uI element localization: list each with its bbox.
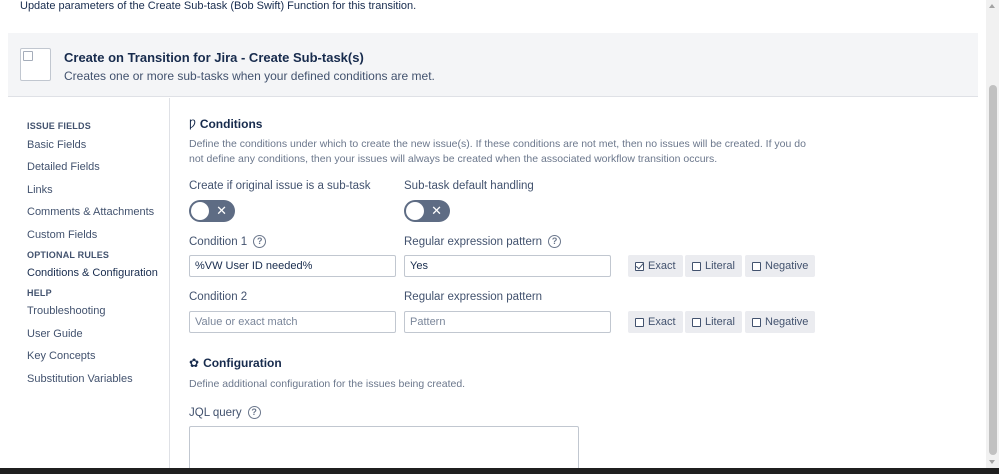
- help-icon[interactable]: ?: [548, 235, 562, 248]
- jql-query-textarea[interactable]: [189, 426, 579, 474]
- checkbox-icon: [635, 317, 644, 327]
- sidebar-item-links[interactable]: Links: [27, 184, 53, 196]
- taskbar: [0, 468, 999, 474]
- sidebar-item-user-guide[interactable]: User Guide: [27, 328, 83, 340]
- jql-query-label: JQL query ?: [189, 406, 261, 419]
- sidebar-item-key-concepts[interactable]: Key Concepts: [27, 350, 95, 362]
- close-icon: ✕: [431, 203, 442, 218]
- condition-2-value-input[interactable]: [189, 311, 396, 333]
- sidebar-heading-optional-rules: OPTIONAL RULES: [27, 250, 110, 260]
- sidebar: ISSUE FIELDS Basic Fields Detailed Field…: [20, 98, 170, 474]
- sidebar-heading-issue-fields: ISSUE FIELDS: [27, 121, 91, 131]
- checkbox-icon: [752, 261, 761, 271]
- condition-2-negative-option[interactable]: Negative: [745, 311, 816, 333]
- intro-text: Update parameters of the Create Sub-task…: [20, 0, 417, 12]
- page-subtitle: Creates one or more sub-tasks when your …: [64, 69, 435, 83]
- vertical-scrollbar[interactable]: [986, 0, 999, 468]
- scrollbar-thumb[interactable]: [989, 85, 997, 455]
- condition-1-label: Condition 1 ?: [189, 235, 267, 248]
- app-logo-image: [20, 48, 51, 81]
- broken-image-icon: [23, 51, 33, 61]
- condition-1-negative-option[interactable]: Negative: [745, 255, 816, 277]
- header-panel: Create on Transition for Jira - Create S…: [8, 33, 978, 97]
- sidebar-item-troubleshooting[interactable]: Troubleshooting: [27, 305, 105, 317]
- condition-1-value-input[interactable]: [189, 255, 396, 277]
- configuration-heading: ✿ Configuration: [189, 356, 282, 370]
- sidebar-item-custom-fields[interactable]: Custom Fields: [27, 229, 97, 241]
- sidebar-item-comments-attachments[interactable]: Comments & Attachments: [27, 206, 154, 218]
- condition-2-pattern-input[interactable]: [404, 311, 611, 333]
- checkbox-icon: [752, 317, 761, 327]
- sidebar-heading-help: HELP: [27, 288, 52, 298]
- toggle-default-handling-label: Sub-task default handling: [404, 180, 534, 192]
- sidebar-item-basic-fields[interactable]: Basic Fields: [27, 139, 86, 151]
- condition-2-literal-option[interactable]: Literal: [685, 311, 742, 333]
- pattern-2-label: Regular expression pattern: [404, 291, 543, 303]
- condition-2-exact-option[interactable]: Exact: [628, 311, 683, 333]
- condition-1-pattern-input[interactable]: [404, 255, 611, 277]
- condition-1-exact-option[interactable]: Exact: [628, 255, 683, 277]
- toggle-subtask-default-handling[interactable]: ✕: [404, 200, 450, 222]
- scroll-up-icon[interactable]: [989, 4, 995, 8]
- pattern-1-label: Regular expression pattern ?: [404, 235, 562, 248]
- toggle-create-if-subtask[interactable]: ✕: [189, 200, 235, 222]
- filter-icon: Ƿ: [189, 118, 196, 130]
- conditions-description: Define the conditions under which to cre…: [189, 138, 806, 165]
- sidebar-item-detailed-fields[interactable]: Detailed Fields: [27, 161, 100, 173]
- condition-1-literal-option[interactable]: Literal: [685, 255, 742, 277]
- condition-2-label: Condition 2: [189, 291, 248, 303]
- page-title: Create on Transition for Jira - Create S…: [64, 50, 364, 65]
- checkbox-icon: [692, 261, 701, 271]
- conditions-heading: Ƿ Conditions: [189, 117, 263, 131]
- checkbox-checked-icon: [635, 261, 644, 271]
- sidebar-item-substitution-variables[interactable]: Substitution Variables: [27, 373, 133, 385]
- toggle-subtask-label: Create if original issue is a sub-task: [189, 180, 371, 192]
- checkbox-icon: [692, 317, 701, 327]
- toggle-knob: [191, 202, 209, 220]
- toggle-knob: [406, 202, 424, 220]
- gear-icon: ✿: [189, 356, 200, 370]
- sidebar-item-conditions-configuration[interactable]: Conditions & Configuration: [27, 267, 158, 279]
- scroll-down-icon[interactable]: [989, 460, 995, 464]
- close-icon: ✕: [216, 203, 227, 218]
- configuration-description: Define additional configuration for the …: [189, 378, 466, 390]
- help-icon[interactable]: ?: [253, 235, 267, 248]
- help-icon[interactable]: ?: [247, 406, 261, 419]
